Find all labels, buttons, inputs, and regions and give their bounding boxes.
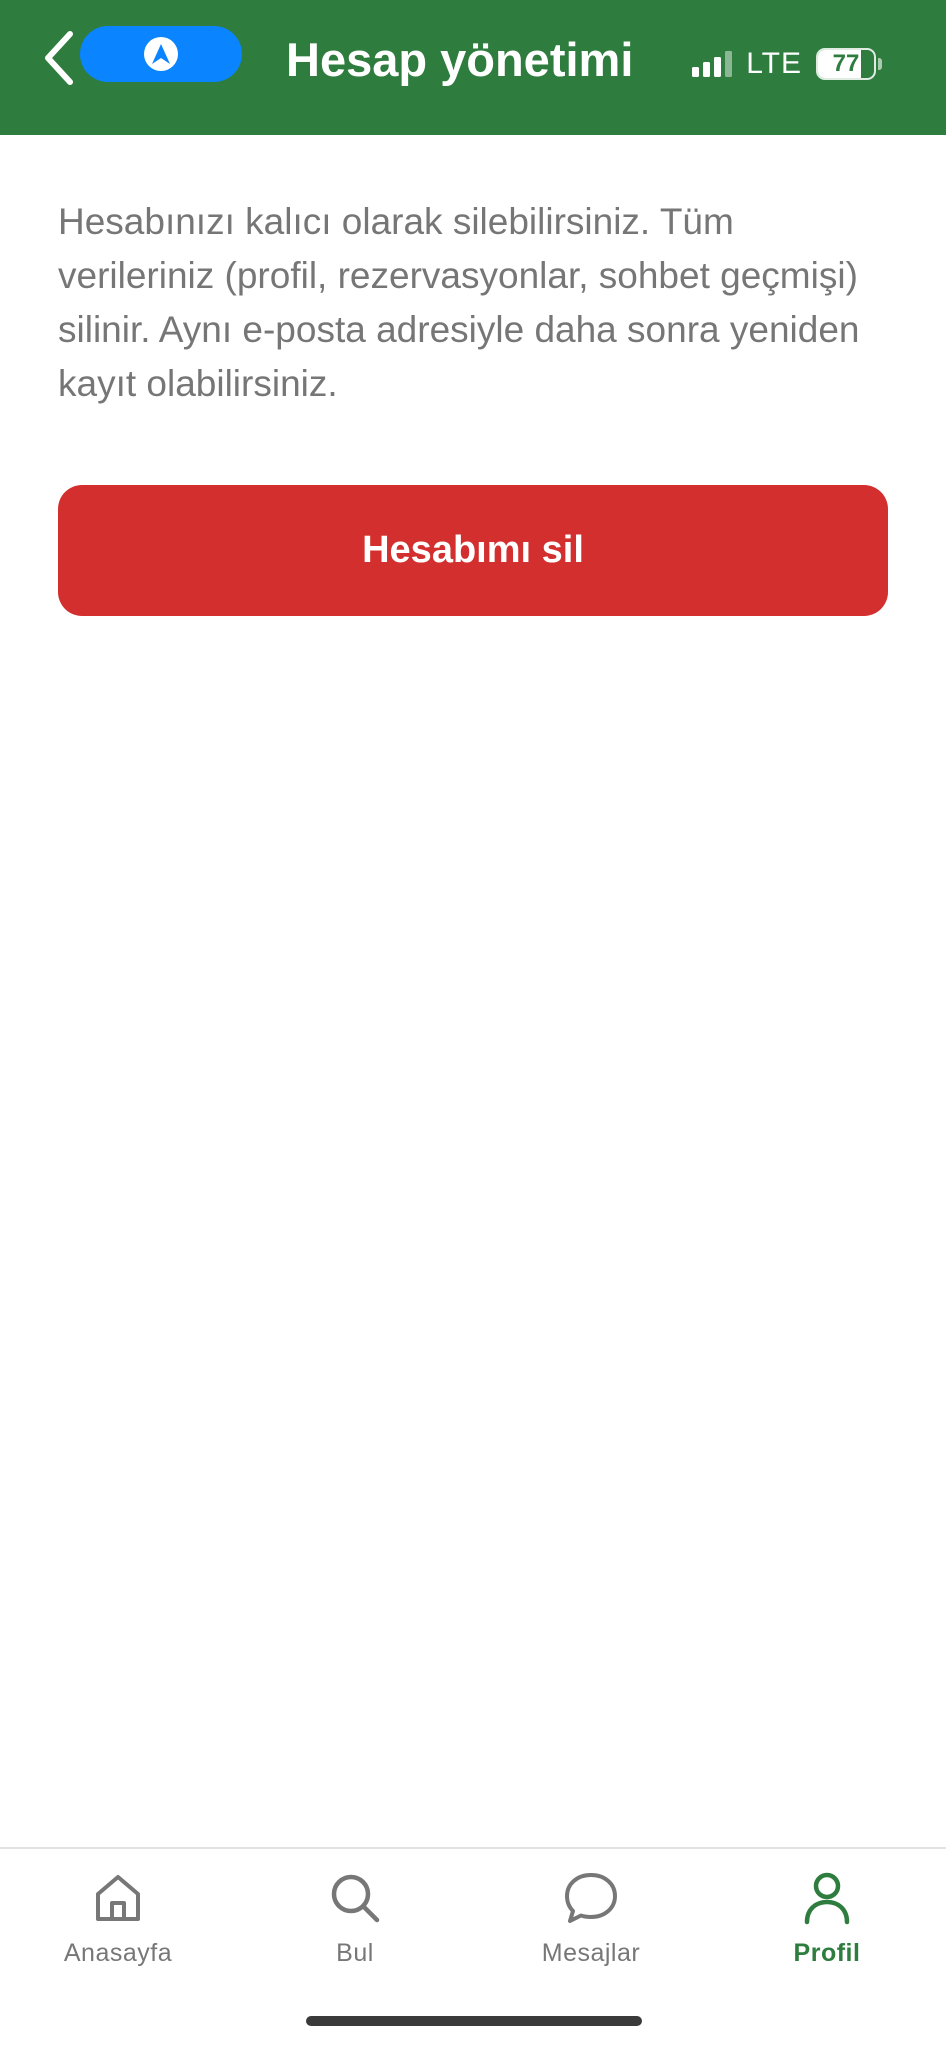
tab-search[interactable]: Bul	[265, 1869, 445, 1968]
tab-home[interactable]: Anasayfa	[28, 1869, 208, 1968]
tab-label: Mesajlar	[541, 1939, 641, 1967]
tab-label: Bul	[336, 1939, 374, 1967]
account-deletion-info: Hesabınızı kalıcı olarak silebilirsiniz.…	[58, 201, 860, 404]
home-icon	[96, 1875, 140, 1921]
status-bar: LTE 77	[692, 44, 882, 84]
top-bar: Hesap yönetimi LTE 77	[0, 0, 946, 135]
navigation-pill[interactable]	[80, 26, 242, 82]
signal-bar	[714, 57, 722, 77]
chat-bubble-icon	[565, 1873, 617, 1923]
back-button[interactable]	[34, 28, 84, 88]
navigation-arrow-icon	[144, 37, 178, 71]
signal-bar	[725, 51, 733, 77]
signal-strength-icon	[692, 51, 733, 77]
delete-account-button[interactable]: Hesabımı sil	[58, 485, 888, 616]
tab-messages[interactable]: Mesajlar	[501, 1869, 681, 1968]
network-type: LTE	[746, 47, 802, 80]
search-icon	[331, 1874, 380, 1923]
signal-bar	[692, 67, 700, 77]
battery-percent: 77	[832, 50, 860, 77]
person-icon	[804, 1872, 850, 1925]
chevron-left-icon	[45, 31, 73, 85]
tab-label: Profil	[793, 1939, 861, 1967]
tab-label: Anasayfa	[63, 1939, 173, 1967]
tab-profile[interactable]: Profil	[737, 1869, 917, 1968]
battery-tip	[878, 58, 882, 70]
home-indicator	[306, 2016, 642, 2026]
signal-bar	[703, 62, 711, 77]
battery-icon: 77	[816, 48, 876, 80]
page-title: Hesap yönetimi	[286, 33, 634, 86]
